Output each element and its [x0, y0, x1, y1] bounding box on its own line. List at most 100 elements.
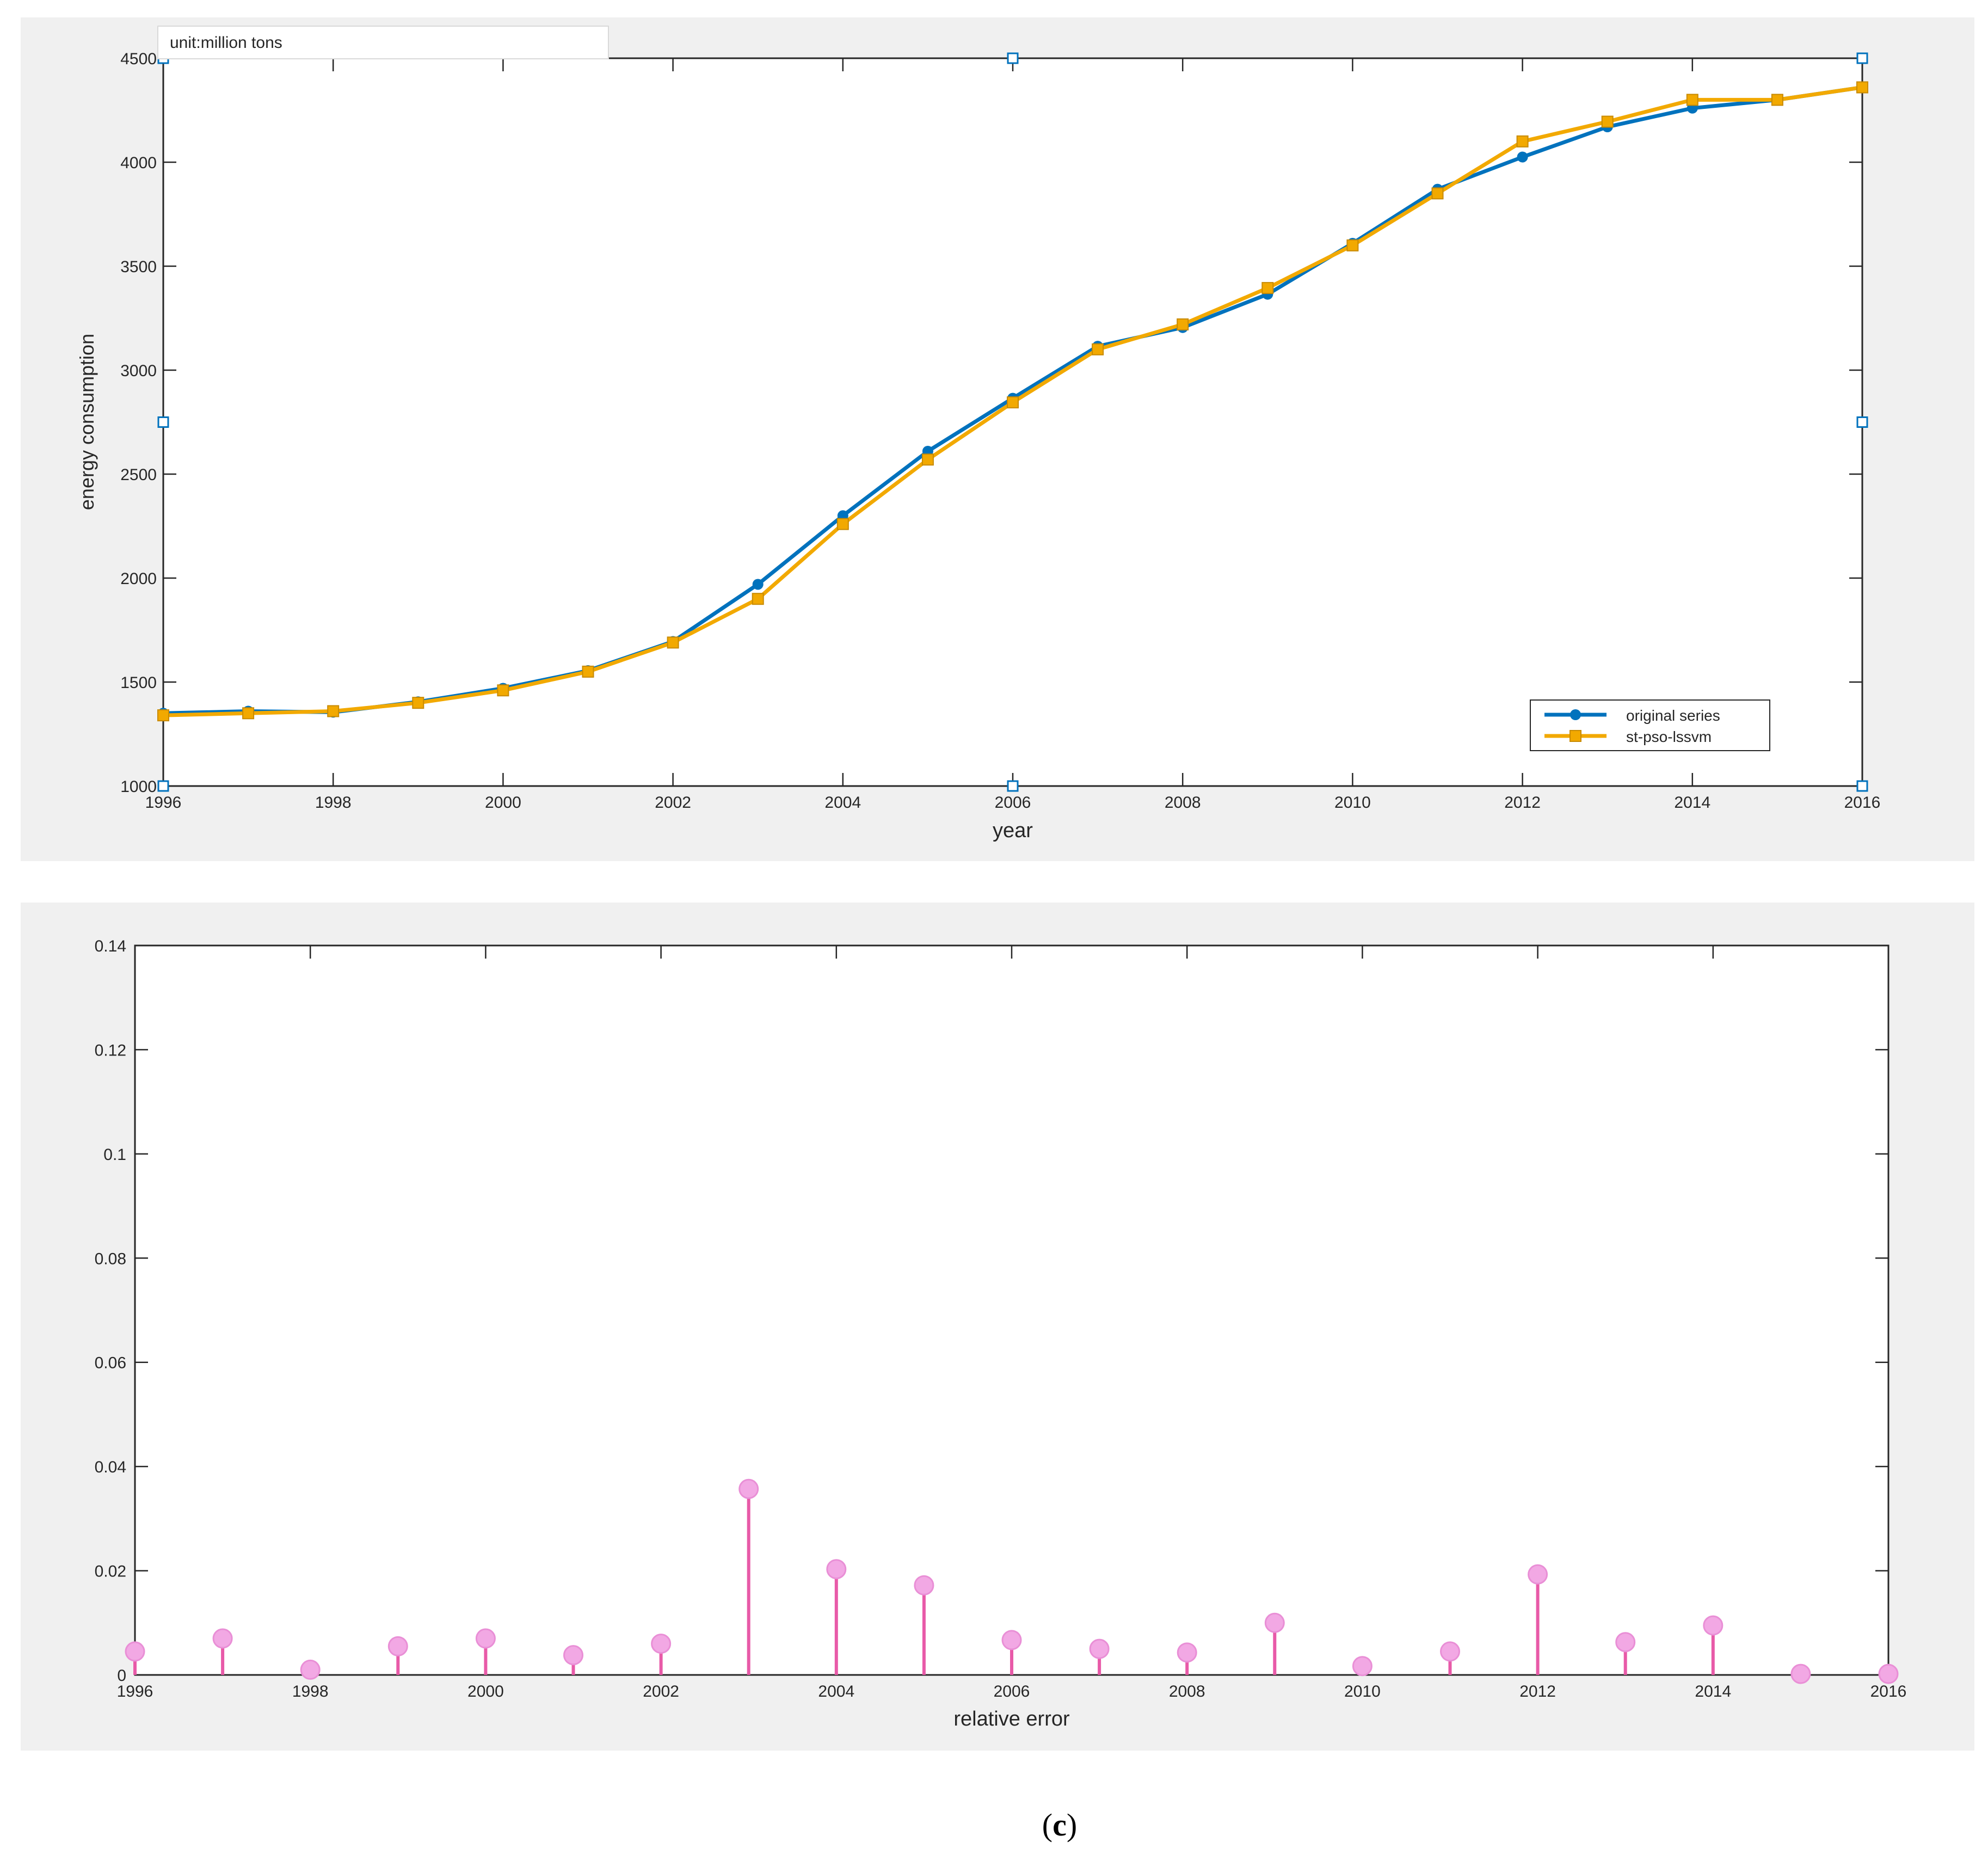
stem-marker — [1352, 1656, 1372, 1677]
bottom-x-tick-label: 2008 — [1169, 1683, 1205, 1701]
top-x-tick-label: 2000 — [485, 794, 521, 812]
point-st-pso-lssvm — [497, 684, 509, 697]
stem-marker — [1790, 1663, 1811, 1684]
bottom-x-tick-label: 2004 — [818, 1683, 854, 1701]
stem-marker — [212, 1628, 233, 1649]
legend-label-st-pso-lssvm: st-pso-lssvm — [1626, 728, 1712, 745]
top-y-tick-label: 3500 — [120, 258, 157, 276]
bottom-x-tick-label: 2010 — [1344, 1683, 1381, 1701]
bottom-plot-area — [134, 944, 1889, 1676]
caption-letter: c — [1053, 1807, 1067, 1843]
top-legend[interactable]: original series st-pso-lssvm — [1530, 699, 1770, 751]
unit-annotation: unit:million tons — [170, 34, 282, 52]
stem-marker — [651, 1634, 672, 1654]
legend-label-original-series: original series — [1626, 707, 1720, 724]
point-st-pso-lssvm — [1092, 343, 1104, 355]
stem-marker — [563, 1645, 583, 1666]
top-x-tick-label: 1998 — [315, 794, 352, 812]
bottom-y-tick-label: 0.1 — [103, 1146, 126, 1164]
point-st-pso-lssvm — [157, 709, 169, 722]
point-st-pso-lssvm — [1261, 282, 1274, 294]
selection-handle — [1007, 780, 1019, 792]
stem-marker — [1615, 1632, 1636, 1653]
caption-open-paren: ( — [1042, 1807, 1053, 1843]
bottom-x-tick-label: 2002 — [643, 1683, 679, 1701]
point-st-pso-lssvm — [752, 593, 764, 605]
top-x-tick-label: 2002 — [655, 794, 691, 812]
point-st-pso-lssvm — [242, 707, 255, 720]
point-st-pso-lssvm — [1431, 187, 1444, 200]
top-y-tick-label: 1500 — [120, 674, 157, 692]
bottom-x-tick-label: 1998 — [292, 1683, 329, 1701]
bottom-x-tick-label: 2016 — [1870, 1683, 1907, 1701]
top-x-tick-label: 2016 — [1844, 794, 1881, 812]
top-x-tick-label: 2012 — [1504, 794, 1541, 812]
selection-handle — [157, 780, 169, 792]
point-original-series — [1517, 151, 1528, 163]
point-st-pso-lssvm — [836, 518, 849, 530]
stem-marker — [1264, 1612, 1285, 1633]
selection-handle — [1856, 52, 1868, 64]
bottom-x-tick-label: 2006 — [994, 1683, 1030, 1701]
point-st-pso-lssvm — [667, 636, 679, 649]
point-st-pso-lssvm — [1007, 396, 1019, 409]
top-x-axis-label: year — [993, 819, 1033, 842]
point-st-pso-lssvm — [1771, 94, 1783, 106]
point-st-pso-lssvm — [1601, 115, 1614, 128]
point-st-pso-lssvm — [1516, 135, 1529, 148]
figure-caption: (c) — [1042, 1807, 1077, 1843]
point-st-pso-lssvm — [327, 705, 340, 717]
top-y-tick-label: 2000 — [120, 570, 157, 588]
top-plot-area — [162, 57, 1863, 787]
stem-marker — [738, 1478, 759, 1499]
bottom-y-tick-label: 0.12 — [95, 1041, 126, 1059]
bottom-y-tick-label: 0.14 — [95, 937, 126, 955]
top-x-tick-label: 2006 — [995, 794, 1031, 812]
selection-handle — [1856, 780, 1868, 792]
stem-marker — [475, 1628, 496, 1649]
point-st-pso-lssvm — [1346, 239, 1359, 251]
point-st-pso-lssvm — [921, 453, 934, 466]
stem-marker — [1440, 1641, 1460, 1662]
bottom-y-tick-label: 0.08 — [95, 1250, 126, 1268]
figure: 100015002000250030003500400045001996 1998… — [21, 17, 1974, 1843]
stem-marker — [1528, 1564, 1548, 1585]
caption-close-paren: ) — [1067, 1807, 1077, 1843]
point-st-pso-lssvm — [1856, 81, 1868, 94]
top-x-tick-label: 2010 — [1334, 794, 1371, 812]
bottom-chart-panel: 00.020.040.060.080.10.120.141996 1998 2000… — [21, 903, 1974, 1751]
top-x-tick-label: 1996 — [145, 794, 182, 812]
top-y-tick-label: 4500 — [120, 50, 157, 68]
top-y-tick-label: 3000 — [120, 362, 157, 380]
stem-marker — [1878, 1663, 1899, 1684]
bottom-x-tick-label: 1996 — [117, 1683, 153, 1701]
top-y-axis-label: energy consumption — [76, 334, 98, 510]
top-x-tick-label: 2014 — [1674, 794, 1710, 812]
stem-marker — [1089, 1638, 1110, 1659]
stem-marker — [1703, 1615, 1724, 1636]
bottom-x-tick-label: 2000 — [467, 1683, 504, 1701]
top-y-tick-label: 2500 — [120, 466, 157, 484]
bottom-x-axis-label: relative error — [953, 1708, 1070, 1730]
selection-handle — [157, 416, 169, 428]
stem-marker — [914, 1575, 934, 1595]
selection-handle — [1856, 416, 1868, 428]
point-st-pso-lssvm — [412, 697, 424, 709]
top-x-tick-label: 2008 — [1165, 794, 1201, 812]
top-y-tick-label: 4000 — [120, 154, 157, 172]
stem-marker — [1177, 1642, 1197, 1663]
point-st-pso-lssvm — [1177, 318, 1189, 330]
bottom-y-tick-label: 0.06 — [95, 1354, 126, 1372]
legend-marker-original-series — [1570, 709, 1581, 720]
stem-marker — [826, 1559, 847, 1580]
stem-marker — [300, 1659, 321, 1680]
bottom-x-tick-label: 2012 — [1519, 1683, 1556, 1701]
top-chart-panel: 100015002000250030003500400045001996 1998… — [21, 17, 1974, 861]
legend-marker-st-pso-lssvm — [1570, 730, 1581, 742]
point-st-pso-lssvm — [582, 665, 594, 678]
selection-handle — [1007, 52, 1019, 64]
bottom-y-tick-label: 0.02 — [95, 1563, 126, 1581]
stem-marker — [1001, 1630, 1022, 1650]
stem-marker — [387, 1636, 408, 1656]
top-x-tick-label: 2004 — [824, 794, 861, 812]
